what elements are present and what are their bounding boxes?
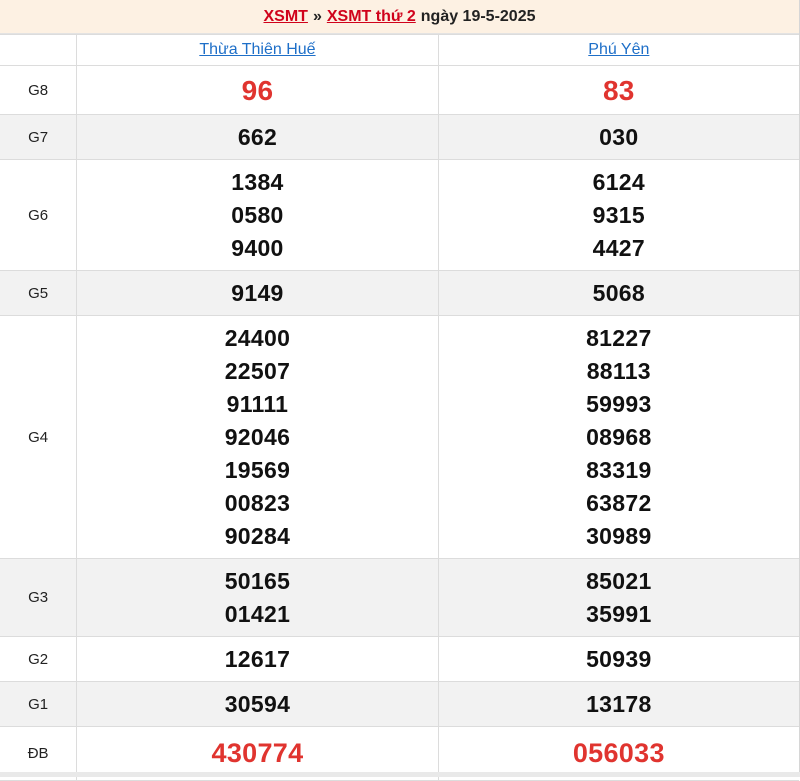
prize-number: 9315 [592, 201, 645, 228]
prize-number: 9400 [231, 234, 284, 261]
prize-number: 35991 [586, 600, 652, 627]
prize-cell: 1384 0580 9400 [76, 159, 439, 271]
prize-row-g2: G2 12617 50939 [0, 636, 799, 682]
prize-cell: 83 [437, 65, 799, 115]
prize-cell: 12617 [76, 636, 439, 682]
prize-number: 13178 [586, 690, 652, 717]
prize-cell: 50939 [437, 636, 799, 682]
province-link-thua-thien-hue[interactable]: Thừa Thiên Huế [199, 41, 315, 58]
breadcrumb-separator: » [312, 7, 322, 25]
prize-cell: 13178 [437, 681, 799, 727]
prize-cell: 6124 9315 4427 [437, 159, 799, 271]
prize-number: 030 [599, 123, 639, 150]
prize-number: 4427 [592, 234, 645, 261]
prize-label: G6 [0, 159, 78, 271]
prize-cell: 24400 22507 91111 92046 19569 00823 90284 [76, 315, 439, 559]
prize-number: 24400 [224, 324, 291, 351]
prize-cell: 81227 88113 59993 08968 83319 63872 30989 [437, 315, 799, 559]
prize-number: 81227 [586, 324, 652, 351]
province-link-phu-yen[interactable]: Phú Yên [588, 41, 649, 58]
prize-label: G1 [0, 681, 78, 727]
prize-number: 0580 [231, 201, 284, 228]
prize-number: 83319 [586, 456, 652, 483]
province-cell: Thừa Thiên Huế [76, 34, 439, 66]
xsmt-monday-link[interactable]: XSMT thứ 2 [327, 8, 416, 26]
results-title: XSMT » XSMT thứ 2 ngày 19-5-2025 [0, 0, 799, 34]
prize-number: 12617 [224, 645, 291, 672]
prize-number: 90284 [224, 522, 291, 549]
prize-number: 662 [237, 123, 278, 150]
draw-date: ngày 19-5-2025 [420, 7, 536, 25]
prize-number: 19569 [224, 456, 291, 483]
horizontal-scrollbar[interactable] [0, 772, 800, 777]
prize-number: 01421 [224, 600, 291, 627]
prize-number: 5068 [592, 279, 645, 306]
prize-number: 1384 [231, 168, 284, 195]
prize-number: 9149 [231, 279, 284, 306]
prize-cell: 5068 [437, 270, 799, 316]
prize-number: 83 [602, 74, 635, 106]
prize-number: 63872 [586, 489, 652, 516]
prize-row-g3: G3 50165 01421 85021 35991 [0, 558, 799, 637]
prize-cell: 85021 35991 [437, 558, 799, 637]
prize-number: 30989 [586, 522, 652, 549]
results-panel: XSMT » XSMT thứ 2 ngày 19-5-2025 Thừa Th… [0, 0, 800, 781]
prize-number: 88113 [586, 357, 651, 384]
prize-row-g4: G4 24400 22507 91111 92046 19569 00823 90284 812… [0, 315, 799, 559]
prize-label: G4 [0, 315, 78, 559]
prize-number: 22507 [224, 357, 291, 384]
prize-row-g5: G5 9149 5068 [0, 270, 799, 316]
province-header-row: Thừa Thiên Huế Phú Yên [0, 34, 799, 66]
prize-cell: 662 [76, 114, 439, 160]
prize-label: G3 [0, 558, 78, 637]
prize-number: 30594 [224, 690, 291, 717]
prize-label: G5 [0, 270, 78, 316]
prize-number: 50939 [586, 645, 652, 672]
prize-number: 00823 [224, 489, 291, 516]
prize-label: G8 [0, 65, 78, 115]
prize-number: 056033 [572, 738, 665, 768]
prize-row-g1: G1 30594 13178 [0, 681, 799, 727]
prize-number: 91111 [226, 390, 289, 417]
prize-number: 430774 [211, 738, 304, 768]
corner-cell [0, 34, 78, 66]
prize-number: 59993 [586, 390, 652, 417]
province-cell: Phú Yên [437, 34, 799, 66]
results-table: Thừa Thiên Huế Phú Yên G8 96 83 G7 662 030 G6 1… [0, 34, 799, 781]
prize-cell: 96 [76, 65, 439, 115]
prize-label: G7 [0, 114, 78, 160]
prize-row-g7: G7 662 030 [0, 114, 799, 160]
prize-number: 92046 [224, 423, 291, 450]
prize-number: 50165 [224, 567, 291, 594]
prize-row-g6: G6 1384 0580 9400 6124 9315 4427 [0, 159, 799, 271]
xsmt-link[interactable]: XSMT [263, 8, 307, 26]
prize-cell: 9149 [76, 270, 439, 316]
prize-number: 6124 [592, 168, 645, 195]
prize-label: G2 [0, 636, 78, 682]
prize-row-g8: G8 96 83 [0, 65, 799, 115]
prize-number: 85021 [586, 567, 652, 594]
prize-cell: 030 [437, 114, 799, 160]
prize-cell: 30594 [76, 681, 439, 727]
prize-cell: 50165 01421 [76, 558, 439, 637]
prize-number: 08968 [586, 423, 652, 450]
prize-number: 96 [241, 74, 274, 106]
